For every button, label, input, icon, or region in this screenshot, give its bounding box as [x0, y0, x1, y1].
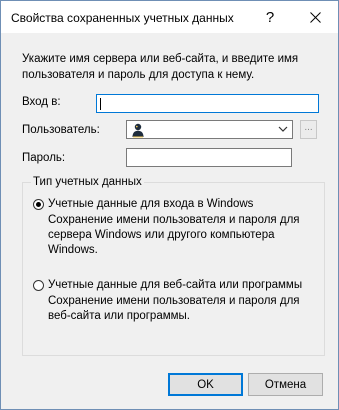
password-label: Пароль: [22, 152, 66, 164]
help-button[interactable]: ? [251, 1, 289, 33]
chevron-down-icon [278, 126, 288, 132]
user-account-icon [132, 123, 144, 138]
windows-credentials-radio[interactable] [33, 199, 44, 210]
web-credentials-radio[interactable] [33, 280, 44, 291]
web-credentials-description: Сохранение имени пользователя и пароля д… [48, 295, 300, 322]
windows-credentials-description: Сохранение имени пользователя и пароля д… [48, 214, 300, 256]
windows-credentials-label[interactable]: Учетные данные для входа в Windows [48, 198, 253, 210]
title-bar: Свойства сохраненных учетных данных ? [1, 1, 338, 33]
password-input[interactable] [126, 148, 292, 167]
close-button[interactable] [293, 1, 338, 33]
credentials-dialog: Свойства сохраненных учетных данных ? Ук… [0, 0, 339, 410]
ok-button[interactable]: OK [168, 373, 243, 396]
user-combobox[interactable] [126, 120, 293, 139]
help-icon: ? [265, 8, 275, 26]
web-credentials-label[interactable]: Учетные данные для веб-сайта или програм… [48, 279, 302, 291]
intro-text: Укажите имя сервера или веб-сайта, и вве… [22, 53, 299, 81]
close-icon [310, 11, 321, 23]
login-label: Вход в: [22, 96, 61, 108]
text-caret [100, 98, 101, 110]
dialog-title: Свойства сохраненных учетных данных [11, 11, 234, 25]
cancel-button[interactable]: Отмена [248, 373, 323, 396]
login-input[interactable] [96, 94, 319, 113]
browse-user-button[interactable]: ... [300, 120, 317, 139]
credential-type-legend: Тип учетных данных [31, 176, 144, 188]
user-label: Пользователь: [22, 124, 100, 136]
